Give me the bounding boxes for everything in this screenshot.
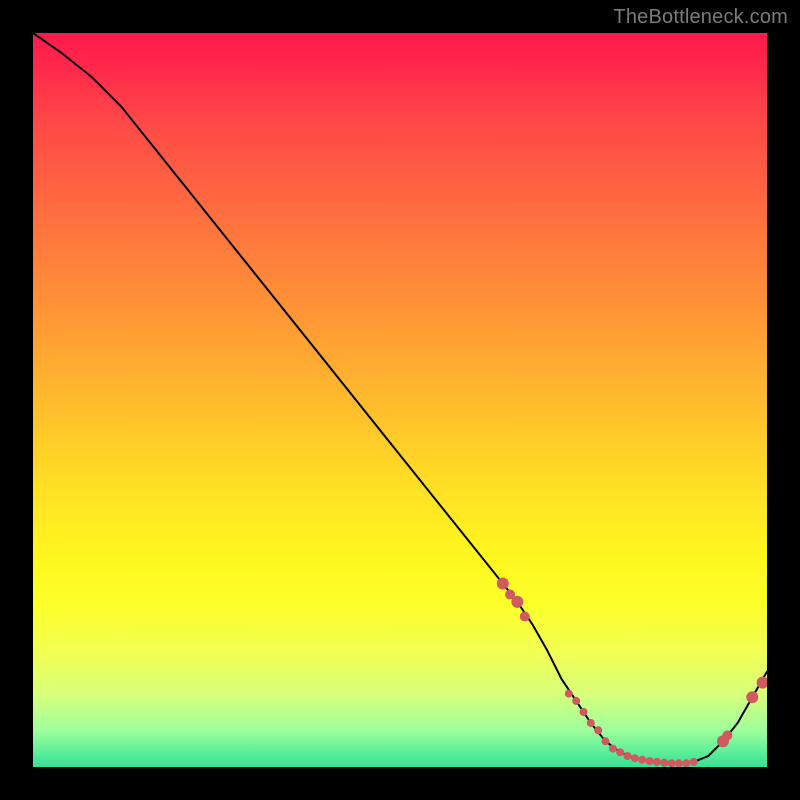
scatter-point — [520, 612, 530, 622]
scatter-point — [660, 759, 668, 767]
scatter-group — [497, 578, 767, 768]
scatter-point — [511, 596, 523, 608]
scatter-point — [646, 757, 654, 765]
scatter-point — [675, 759, 683, 767]
watermark-text: TheBottleneck.com — [613, 6, 788, 29]
scatter-point — [682, 759, 690, 767]
chart-stage: TheBottleneck.com — [0, 0, 800, 800]
scatter-point — [624, 752, 632, 760]
scatter-point — [609, 745, 617, 753]
scatter-point — [668, 759, 676, 767]
scatter-point — [746, 691, 758, 703]
scatter-point — [722, 730, 732, 740]
scatter-point — [587, 719, 595, 727]
scatter-point — [631, 754, 639, 762]
plot-area — [33, 33, 767, 767]
scatter-point — [690, 758, 698, 766]
bottleneck-curve — [33, 33, 767, 763]
scatter-point — [497, 578, 509, 590]
scatter-point — [602, 737, 610, 745]
scatter-point — [594, 726, 602, 734]
chart-overlay-svg — [33, 33, 767, 767]
scatter-point — [565, 690, 573, 698]
scatter-point — [616, 748, 624, 756]
scatter-point — [638, 756, 646, 764]
scatter-point — [580, 708, 588, 716]
scatter-point — [653, 758, 661, 766]
scatter-point — [572, 697, 580, 705]
